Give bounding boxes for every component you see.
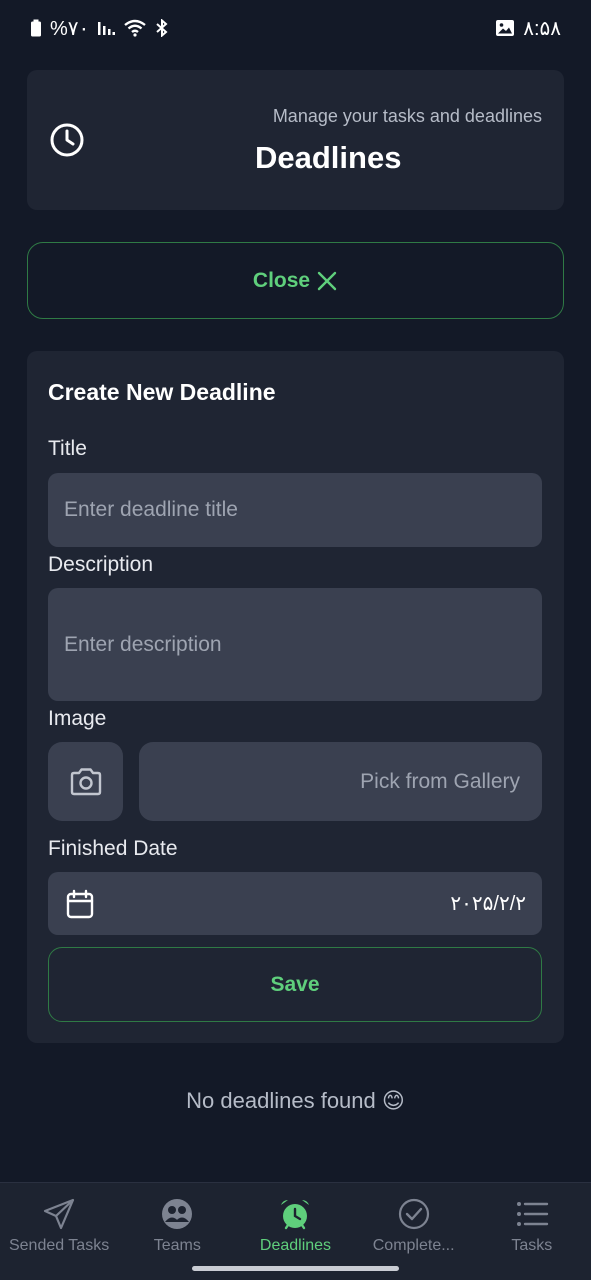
check-circle-icon	[398, 1198, 429, 1230]
title-label: Title	[48, 437, 87, 460]
description-input[interactable]: Enter description	[48, 588, 542, 701]
app-screen: %۷۰ ۸:۵۸ Manage your tasks and deadlines…	[0, 0, 591, 1280]
status-bar: %۷۰ ۸:۵۸	[0, 0, 591, 56]
title-placeholder: Enter deadline title	[64, 498, 238, 521]
save-button[interactable]: Save	[48, 947, 542, 1022]
close-button[interactable]: Close	[27, 242, 564, 319]
battery-icon	[31, 19, 41, 37]
clock-icon	[50, 123, 84, 157]
finished-date-value: ۲۰۲۵/۲/۲	[450, 893, 526, 915]
alarm-clock-icon	[281, 1200, 310, 1230]
camera-button[interactable]	[48, 742, 123, 821]
close-button-label: Close	[252, 268, 311, 292]
nav-label: Teams	[153, 1237, 201, 1254]
finished-date-label: Finished Date	[48, 837, 178, 860]
list-icon	[516, 1202, 549, 1226]
signal-icon	[98, 22, 116, 35]
nav-label: Complete...	[372, 1237, 455, 1254]
image-label: Image	[48, 707, 107, 730]
page-title: Deadlines	[255, 140, 402, 175]
image-notification-icon	[496, 20, 515, 36]
calendar-icon	[66, 889, 94, 918]
status-right: ۸:۵۸	[495, 16, 561, 41]
nav-label: Deadlines	[259, 1237, 332, 1254]
battery-text: %۷۰	[50, 17, 90, 40]
save-button-label: Save	[270, 972, 320, 996]
close-icon	[317, 271, 337, 290]
description-label: Description	[48, 553, 154, 576]
header-subtitle: Manage your tasks and deadlines	[272, 106, 542, 126]
home-indicator[interactable]	[192, 1266, 399, 1271]
description-placeholder: Enter description	[64, 632, 222, 656]
wifi-icon	[124, 19, 147, 37]
create-deadline-form: Create New Deadline Title Enter deadline…	[27, 351, 564, 1043]
send-icon	[43, 1198, 75, 1230]
status-time: ۸:۵۸	[523, 17, 561, 40]
nav-label: Sended Tasks	[8, 1237, 110, 1254]
form-heading: Create New Deadline	[48, 379, 276, 405]
nav-item-tasks[interactable]: Tasks	[473, 1183, 591, 1280]
title-input[interactable]: Enter deadline title	[48, 473, 542, 547]
teams-icon	[162, 1199, 193, 1229]
nav-item-sended-tasks[interactable]: Sended Tasks	[0, 1183, 118, 1280]
nav-label: Tasks	[511, 1237, 553, 1254]
status-left: %۷۰	[30, 16, 169, 41]
bluetooth-icon	[156, 19, 168, 37]
finished-date-field[interactable]: ۲۰۲۵/۲/۲	[48, 872, 542, 935]
gallery-label: Pick from Gallery	[360, 769, 520, 793]
pick-from-gallery-button[interactable]: Pick from Gallery	[139, 742, 542, 821]
header-card: Manage your tasks and deadlines Deadline…	[27, 70, 564, 210]
empty-state-message: No deadlines found 😊	[186, 1088, 405, 1113]
camera-icon	[70, 767, 101, 795]
